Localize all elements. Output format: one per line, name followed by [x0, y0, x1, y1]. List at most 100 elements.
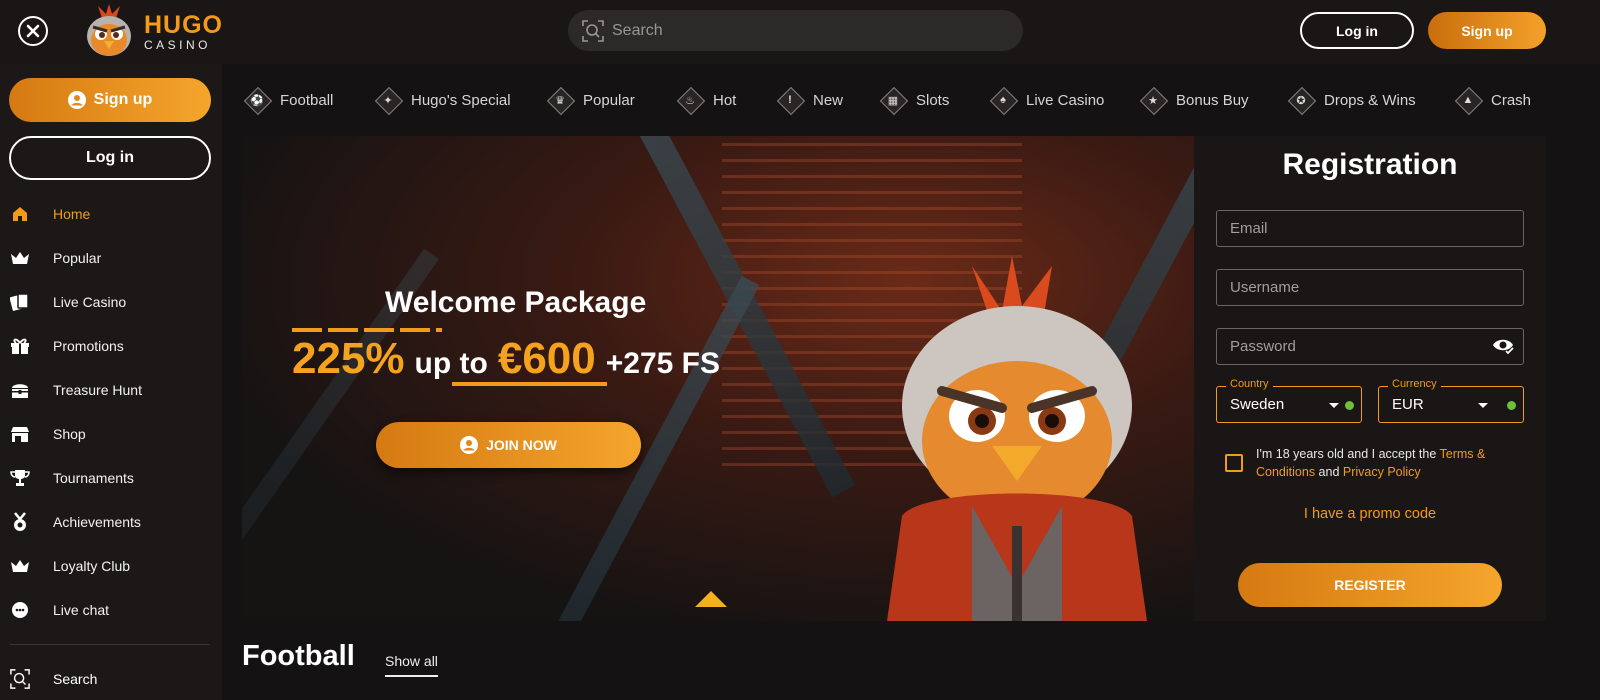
privacy-link[interactable]: Privacy Policy: [1343, 465, 1421, 479]
category-hot[interactable]: ♨ Hot: [677, 84, 736, 116]
category-nav: ⚽ Football ✦ Hugo's Special ♛ Popular ♨ …: [222, 64, 1600, 136]
category-drops-wins[interactable]: ✪ Drops & Wins: [1288, 84, 1416, 116]
sidebar-search[interactable]: Search: [0, 664, 97, 694]
bonus-icon: ★: [1140, 87, 1166, 113]
sidebar-item-live-casino[interactable]: Live Casino: [0, 280, 222, 324]
sidebar-login-button[interactable]: Log in: [9, 136, 211, 180]
chest-icon: [10, 380, 30, 400]
country-select[interactable]: Country Sweden: [1216, 378, 1362, 423]
chevron-down-icon: [1478, 403, 1488, 408]
category-label: Popular: [583, 91, 635, 109]
football-icon: ⚽: [244, 87, 270, 113]
promo-code-link[interactable]: I have a promo code: [1194, 506, 1546, 522]
promo-underline: [452, 382, 607, 386]
slot-machine-icon: ▦: [880, 87, 906, 113]
email-field[interactable]: [1216, 210, 1524, 247]
category-label: Hugo's Special: [411, 91, 511, 109]
sidebar-item-label: Popular: [53, 250, 102, 266]
sidebar-item-live-chat[interactable]: Live chat: [0, 588, 222, 632]
promo-free-spins: +275 FS: [605, 347, 720, 380]
register-button[interactable]: REGISTER: [1238, 563, 1502, 607]
sidebar-item-popular[interactable]: Popular: [0, 236, 222, 280]
sidebar-item-treasure-hunt[interactable]: Treasure Hunt: [0, 368, 222, 412]
terms-and: and: [1315, 465, 1343, 479]
country-value: Sweden: [1230, 396, 1285, 413]
category-hugos-special[interactable]: ✦ Hugo's Special: [375, 84, 511, 116]
user-icon: [67, 91, 86, 109]
category-label: Hot: [713, 91, 737, 109]
mascot-bird-image: [887, 256, 1147, 621]
sidebar-item-promotions[interactable]: Promotions: [0, 324, 222, 368]
category-new[interactable]: ! New: [777, 84, 843, 116]
sidebar-item-label: Achievements: [53, 514, 141, 530]
currency-select[interactable]: Currency EUR: [1378, 378, 1524, 423]
sidebar-nav: Home Popular Live Casino Promotions Trea…: [0, 192, 222, 632]
sidebar-item-label: Promotions: [53, 338, 124, 354]
terms-checkbox[interactable]: [1225, 454, 1243, 472]
search-icon: [10, 669, 30, 689]
medal-icon: [10, 512, 30, 532]
sidebar-item-label: Home: [53, 206, 91, 222]
search-bar[interactable]: [568, 10, 1023, 51]
registration-panel: Registration Country Sweden Currency EUR…: [1194, 136, 1546, 621]
exclamation-icon: !: [777, 87, 803, 113]
sidebar-item-label: Loyalty Club: [53, 558, 131, 574]
rocket-icon: ▲: [1455, 87, 1481, 113]
trophy-icon: [10, 468, 30, 488]
category-label: Football: [280, 91, 334, 109]
sidebar-item-home[interactable]: Home: [0, 192, 222, 236]
logo-name: HUGO: [144, 11, 223, 39]
logo[interactable]: HUGO CASINO: [80, 4, 223, 60]
fire-icon: ♨: [677, 87, 703, 113]
sidebar-search-label: Search: [53, 671, 98, 687]
gift-icon: [10, 336, 30, 356]
password-field[interactable]: [1216, 328, 1524, 365]
header-signup-button[interactable]: Sign up: [1428, 12, 1546, 49]
terms-prefix: I'm 18 years old and I accept the: [1256, 447, 1440, 461]
sidebar-item-loyalty-club[interactable]: Loyalty Club: [0, 544, 222, 588]
promo-offer: 225% up to €600 +275 FS: [292, 334, 720, 384]
promo-percent: 225%: [292, 334, 405, 383]
show-all-link[interactable]: Show all: [385, 653, 438, 677]
sidebar-divider: [10, 644, 210, 645]
sidebar: Sign up Log in Home Popular Live Casino …: [0, 64, 222, 700]
category-live-casino[interactable]: ♠ Live Casino: [990, 84, 1104, 116]
username-field[interactable]: [1216, 269, 1524, 306]
promo-title: Welcome Package: [385, 286, 647, 319]
mascot-logo-icon: [87, 4, 131, 56]
category-slots[interactable]: ▦ Slots: [880, 84, 950, 116]
join-now-button[interactable]: JOIN NOW: [376, 422, 641, 468]
valid-check-icon: [1507, 401, 1516, 410]
category-label: Slots: [916, 91, 950, 109]
chat-icon: [10, 600, 30, 620]
category-popular[interactable]: ♛ Popular: [547, 84, 635, 116]
category-crash[interactable]: ▲ Crash: [1455, 84, 1531, 116]
sidebar-item-shop[interactable]: Shop: [0, 412, 222, 456]
category-football[interactable]: ⚽ Football: [244, 84, 333, 116]
crown-icon: [10, 248, 30, 268]
close-icon[interactable]: [18, 16, 48, 46]
category-label: Drops & Wins: [1324, 91, 1416, 109]
cards-icon: [10, 292, 30, 312]
sidebar-item-label: Treasure Hunt: [53, 382, 142, 398]
category-label: Crash: [1491, 91, 1532, 109]
promo-banner[interactable]: Welcome Package 225% up to €600 +275 FS …: [242, 136, 1194, 621]
terms-text: I'm 18 years old and I accept the Terms …: [1256, 445, 1516, 481]
valid-check-icon: [1345, 401, 1354, 410]
sidebar-item-label: Shop: [53, 426, 86, 442]
crown-icon: [10, 556, 30, 576]
shop-icon: [10, 424, 30, 444]
sidebar-signup-button[interactable]: Sign up: [9, 78, 211, 122]
promo-amount: €600: [497, 334, 596, 383]
search-input[interactable]: [612, 21, 992, 40]
sidebar-item-tournaments[interactable]: Tournaments: [0, 456, 222, 500]
show-password-icon[interactable]: [1492, 337, 1514, 355]
category-label: Bonus Buy: [1176, 91, 1249, 109]
header-login-button[interactable]: Log in: [1300, 12, 1414, 49]
promo-up-to: up to: [414, 347, 488, 380]
slide-indicator-icon[interactable]: [695, 591, 727, 607]
category-bonus-buy[interactable]: ★ Bonus Buy: [1140, 84, 1249, 116]
sidebar-item-achievements[interactable]: Achievements: [0, 500, 222, 544]
cards-icon: ♠: [990, 87, 1016, 113]
registration-title: Registration: [1282, 148, 1458, 181]
